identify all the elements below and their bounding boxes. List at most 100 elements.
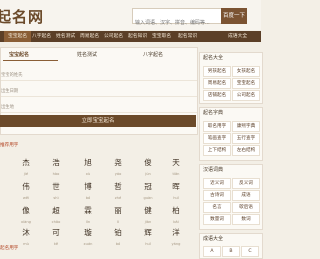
sidebar-link[interactable]: 宝宝起名 (232, 78, 260, 89)
char-pinyin: yáng (171, 242, 181, 246)
nav-item-tips[interactable]: 起名常识 (178, 31, 197, 42)
field-divider (1, 80, 197, 81)
char-glyph: 旭 (84, 158, 92, 167)
search-button[interactable]: 百度一下 (221, 8, 247, 24)
nav-item-baby-naming[interactable]: 宝宝起名 (4, 31, 32, 42)
tab-name-test[interactable]: 姓名测试 (77, 51, 97, 58)
field-divider (1, 112, 197, 113)
char-glyph: 健 (144, 206, 152, 215)
char-glyph: 天 (172, 158, 180, 167)
char-cell[interactable]: 晖 huī (164, 177, 188, 200)
sidebar-box-title: 起名字典 (203, 110, 224, 116)
surname-field[interactable]: 宝宝的姓氏 (1, 72, 22, 78)
sidebar-link[interactable]: 康熙字典 (232, 121, 260, 132)
char-cell[interactable]: 健 jiàn (136, 201, 160, 224)
tab-baby-naming[interactable]: 宝宝起名 (9, 51, 29, 58)
char-glyph: 尧 (114, 158, 122, 167)
char-cell[interactable]: 霖 lín (76, 201, 100, 224)
birthdate-field[interactable]: 出生日期 (1, 88, 18, 94)
char-cell[interactable]: 世 shì (44, 177, 68, 200)
sidebar-link[interactable]: 周易起名 (203, 78, 231, 89)
recommend-section-title: 推荐用字 (0, 143, 19, 148)
nav-item-name-test[interactable]: 姓名测试 (56, 31, 75, 42)
char-cell[interactable]: 尧 yáo (106, 153, 130, 176)
section2-title: 起名用字 (0, 246, 19, 251)
nav-item-baby-names[interactable]: 宝宝取名 (152, 31, 171, 42)
char-cell[interactable]: 可 kě (44, 223, 68, 246)
char-cell[interactable]: 丽 lì (106, 201, 130, 224)
char-glyph: 超 (52, 206, 60, 215)
sidebar-link[interactable]: B (222, 246, 240, 257)
char-glyph: 柏 (172, 206, 180, 215)
char-pinyin: bó (115, 242, 121, 246)
sidebar-link[interactable]: 左右结构 (232, 145, 260, 156)
field-divider (1, 96, 197, 97)
sidebar-link[interactable]: 古诗词 (203, 190, 231, 201)
sidebar-box-title: 汉语词典 (203, 167, 224, 173)
char-pinyin: yáo (114, 172, 122, 176)
sidebar-link[interactable]: 数量词 (203, 214, 231, 225)
birthplace-field[interactable]: 出生地 (1, 104, 14, 110)
sidebar-link[interactable]: 取名用字 (203, 121, 231, 132)
search-input[interactable] (133, 16, 221, 30)
char-cell[interactable]: 璇 xuán (76, 223, 100, 246)
char-cell[interactable]: 冠 guàn (136, 177, 160, 200)
char-cell[interactable]: 浩 hào (44, 153, 68, 176)
sidebar-link[interactable]: 店铺起名 (203, 90, 231, 101)
sidebar-link[interactable]: A (203, 246, 221, 257)
sidebar-link[interactable]: 近义词 (203, 178, 231, 189)
site-logo[interactable]: 起名网 (0, 6, 44, 27)
sidebar-link[interactable]: 男孩起名 (203, 66, 231, 77)
char-cell[interactable]: 辉 huī (136, 223, 160, 246)
sidebar-link[interactable]: 歇后语 (232, 202, 260, 213)
search-box (132, 8, 221, 30)
sidebar-link[interactable]: C (241, 246, 259, 257)
submit-naming-button[interactable]: 立即宝宝起名 (0, 115, 196, 127)
char-cell[interactable]: 俊 jùn (136, 153, 160, 176)
sidebar-box-chinese-dictionary: 汉语词典 近义词 反义词 古诗词 成语 名言 歇后语 数量词 数词 (199, 164, 263, 230)
char-cell[interactable]: 博 bó (76, 177, 100, 200)
char-cell[interactable]: 柏 bǎi (164, 201, 188, 224)
sidebar-link[interactable]: 笔画查字 (203, 133, 231, 144)
sidebar-box-title: 成语大全 (203, 236, 224, 242)
char-pinyin: xuán (83, 242, 93, 246)
sidebar-box-title: 起名大全 (203, 55, 224, 61)
char-cell[interactable]: 哲 zhé (106, 177, 130, 200)
char-cell[interactable]: 旭 xù (76, 153, 100, 176)
char-cell[interactable]: 天 tiān (164, 153, 188, 176)
char-glyph: 霖 (84, 206, 92, 215)
char-pinyin: jùn (145, 172, 151, 176)
char-cell[interactable]: 洋 yáng (164, 223, 188, 246)
char-glyph: 洋 (172, 228, 180, 237)
char-glyph: 辉 (144, 228, 152, 237)
char-cell[interactable]: 伟 wěi (14, 177, 38, 200)
char-pinyin: guàn (143, 196, 153, 200)
char-glyph: 博 (84, 182, 92, 191)
char-pinyin: huī (173, 196, 179, 200)
tab-bazi[interactable]: 八字起名 (143, 51, 163, 58)
char-cell[interactable]: 超 chāo (44, 201, 68, 224)
char-pinyin: wěi (22, 196, 30, 200)
nav-item-company[interactable]: 公司起名 (104, 31, 123, 42)
sidebar-link[interactable]: 成语 (232, 190, 260, 201)
char-cell[interactable]: 沐 mù (14, 223, 38, 246)
sidebar-link[interactable]: 数词 (232, 214, 260, 225)
char-cell[interactable]: 铂 bó (106, 223, 130, 246)
sidebar-link[interactable]: 公司起名 (232, 90, 260, 101)
nav-item-bazi[interactable]: 八字起名 (32, 31, 51, 42)
char-glyph: 丽 (114, 206, 122, 215)
sidebar-link[interactable]: 女孩起名 (232, 66, 260, 77)
nav-item-knowledge[interactable]: 起名知识 (128, 31, 147, 42)
nav-item-idioms[interactable]: 成语大全 (228, 31, 247, 42)
sidebar-link[interactable]: 名言 (203, 202, 231, 213)
char-cell[interactable]: 杰 jié (14, 153, 38, 176)
sidebar-link[interactable]: 反义词 (232, 178, 260, 189)
sidebar-link[interactable]: 五行查字 (232, 133, 260, 144)
char-cell[interactable]: 像 xiàng (14, 201, 38, 224)
char-glyph: 俊 (144, 158, 152, 167)
sidebar-link[interactable]: 上下结构 (203, 145, 231, 156)
char-pinyin: zhé (114, 196, 122, 200)
nav-item-zhouyi[interactable]: 周易起名 (80, 31, 99, 42)
char-pinyin: kě (53, 242, 59, 246)
char-glyph: 璇 (84, 228, 92, 237)
